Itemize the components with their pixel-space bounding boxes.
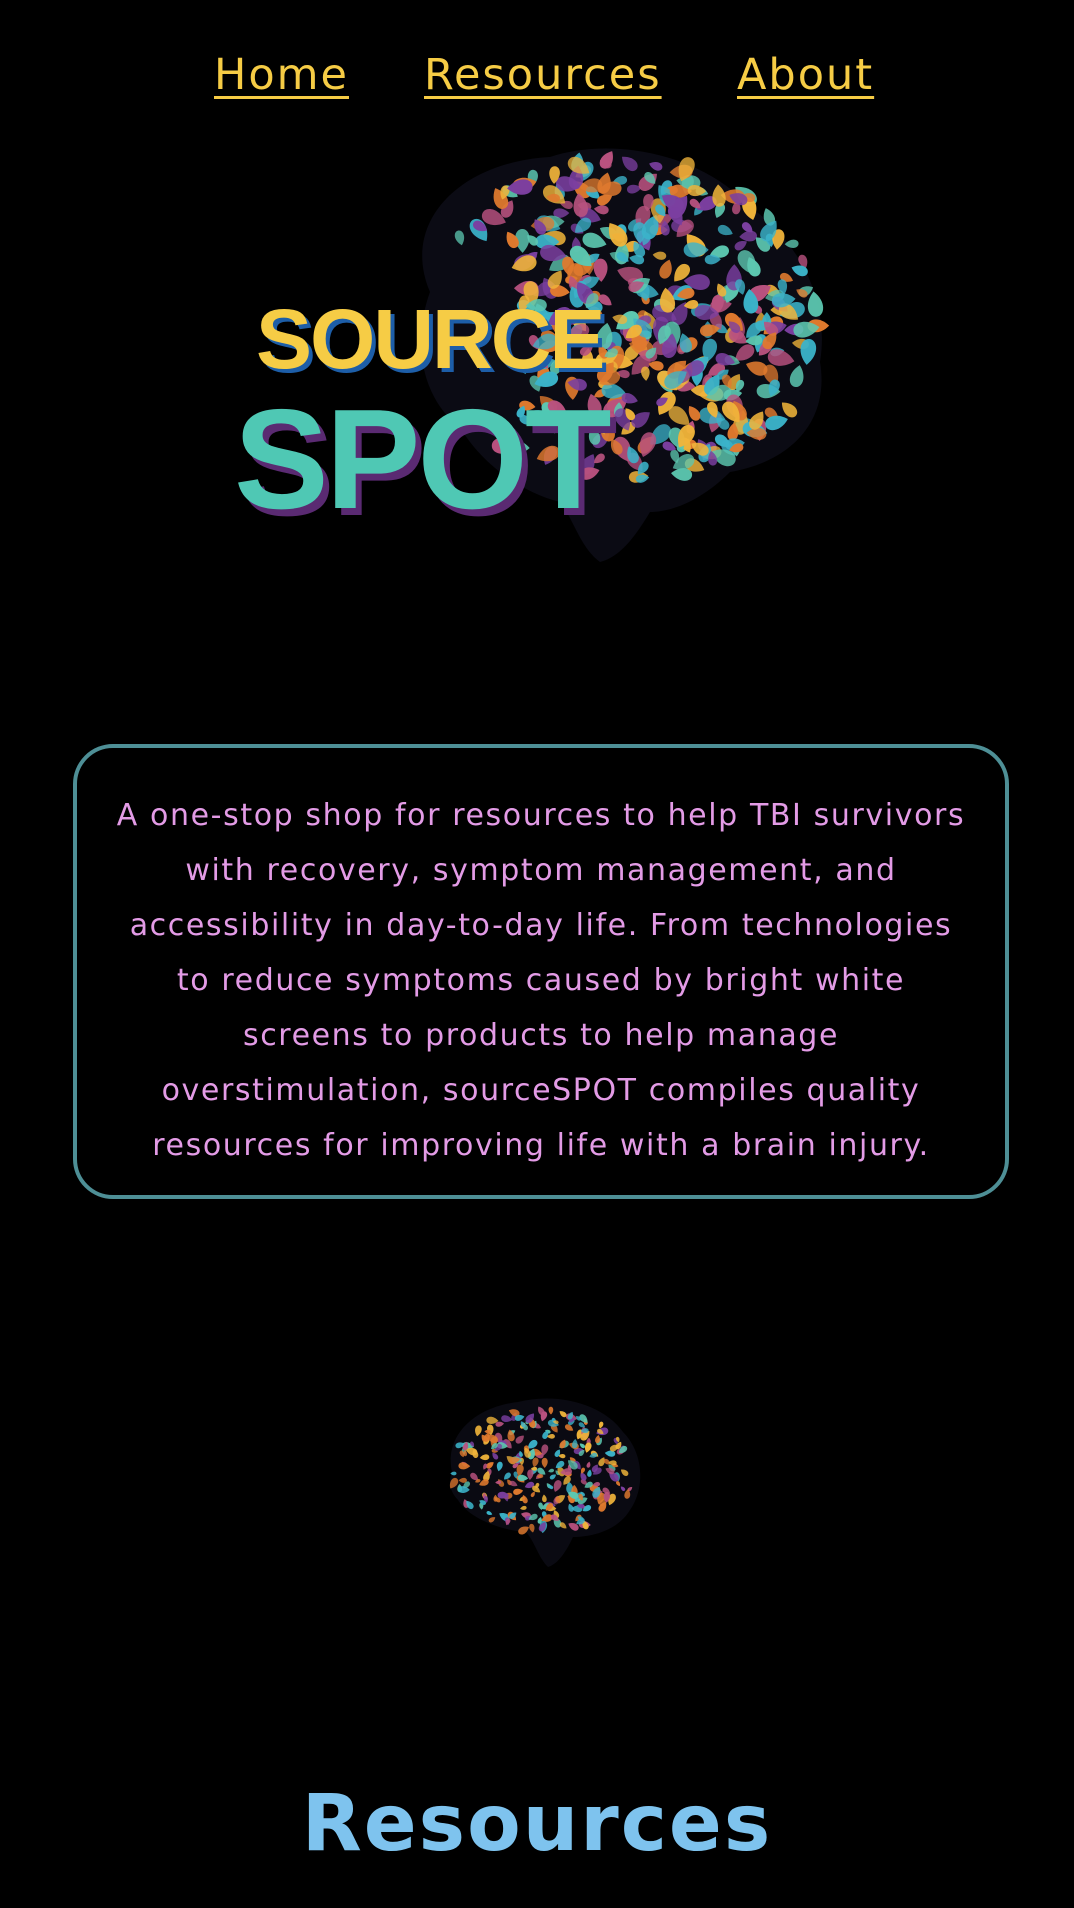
nav-link-resources[interactable]: Resources	[424, 40, 662, 110]
small-brain-icon	[449, 1398, 641, 1567]
mission-statement-box: A one-stop shop for resources to help TB…	[73, 744, 1009, 1199]
mission-statement-text: A one-stop shop for resources to help TB…	[116, 798, 966, 1163]
nav-link-home[interactable]: Home	[214, 40, 349, 110]
logo-word-source: SOURCE	[256, 292, 603, 386]
site-logo: SOURCE SOURCE SPOT SPOT	[230, 132, 870, 572]
resources-section-title: Resources	[301, 1779, 773, 1869]
small-brain-graphic	[438, 1392, 648, 1572]
logo-graphic: SOURCE SOURCE SPOT SPOT	[234, 148, 830, 563]
main-nav: Home Resources About	[0, 40, 1074, 110]
logo-wordmark: SOURCE SOURCE SPOT SPOT	[234, 292, 620, 546]
logo-word-spot: SPOT	[234, 380, 611, 539]
nav-link-about[interactable]: About	[737, 40, 874, 110]
